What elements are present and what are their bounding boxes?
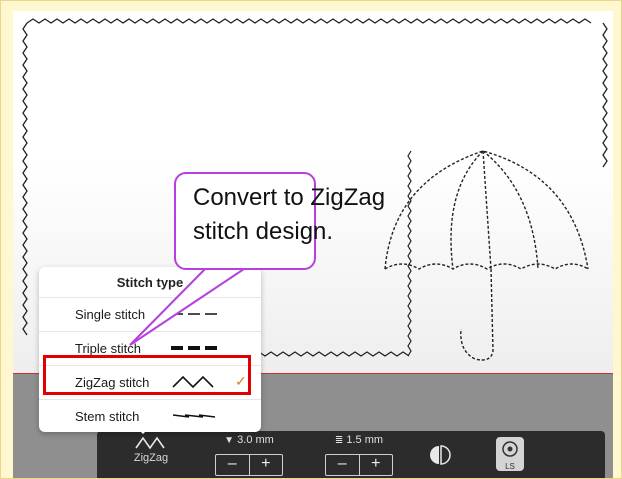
callout-text: Convert to ZigZag stitch design. (193, 181, 393, 249)
callout-line-2: stitch design. (193, 218, 334, 245)
callout-line-1: Convert to ZigZag (193, 184, 386, 211)
tutorial-frame: ZigZag ▼ 3.0 mm – + ≣ 1.5 mm – + LS Stit… (0, 0, 622, 479)
